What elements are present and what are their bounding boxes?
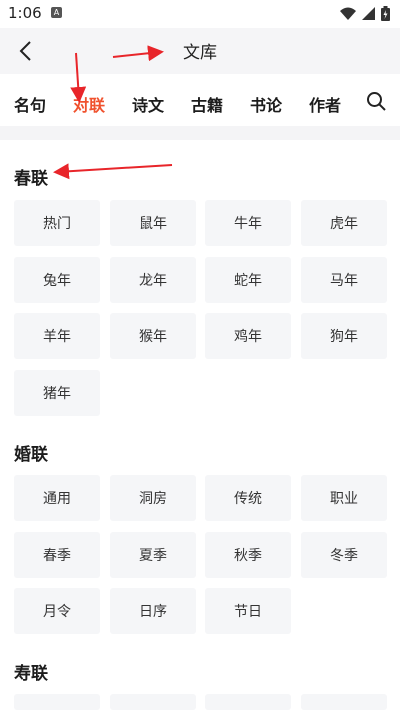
wifi-icon xyxy=(340,7,356,20)
chip-hunlian[interactable]: 日序 xyxy=(110,588,196,634)
chip-shoulian-partial[interactable] xyxy=(110,694,196,710)
app-header: 文库 xyxy=(0,28,400,74)
tab-guji[interactable]: 古籍 xyxy=(191,92,223,116)
chip-chunlian[interactable]: 马年 xyxy=(301,257,387,303)
chip-chunlian[interactable]: 热门 xyxy=(14,200,100,246)
chip-shoulian-partial[interactable] xyxy=(301,694,387,710)
chip-chunlian[interactable]: 兔年 xyxy=(14,257,100,303)
page-title: 文库 xyxy=(183,43,217,63)
section-title-hunlian: 婚联 xyxy=(14,445,48,465)
chip-hunlian[interactable]: 传统 xyxy=(205,475,291,521)
chip-chunlian[interactable]: 猪年 xyxy=(14,370,100,416)
chip-chunlian[interactable]: 虎年 xyxy=(301,200,387,246)
annotation-arrow xyxy=(53,163,173,180)
notification-badge-icon: A xyxy=(51,7,62,18)
search-icon xyxy=(367,92,386,111)
status-icons xyxy=(340,6,390,21)
chip-chunlian[interactable]: 狗年 xyxy=(301,313,387,359)
tab-duilian[interactable]: 对联 xyxy=(73,92,105,116)
tab-mingju[interactable]: 名句 xyxy=(14,92,46,116)
chip-hunlian[interactable]: 洞房 xyxy=(110,475,196,521)
tab-zuozhe[interactable]: 作者 xyxy=(309,92,341,116)
chip-chunlian[interactable]: 羊年 xyxy=(14,313,100,359)
tab-shulun[interactable]: 书论 xyxy=(250,92,282,116)
screen: 1:06 A 文库 名句 对联 诗文 古籍 书论 作者 春联 热门 鼠年 牛年 … xyxy=(0,0,400,710)
chip-hunlian[interactable]: 通用 xyxy=(14,475,100,521)
status-bar: 1:06 A xyxy=(0,0,400,28)
signal-icon xyxy=(362,7,375,20)
section-title-shoulian: 寿联 xyxy=(14,664,48,684)
chip-hunlian[interactable]: 职业 xyxy=(301,475,387,521)
chip-chunlian[interactable]: 龙年 xyxy=(110,257,196,303)
chip-chunlian[interactable]: 鸡年 xyxy=(205,313,291,359)
chip-hunlian[interactable]: 秋季 xyxy=(205,532,291,578)
chip-chunlian[interactable]: 鼠年 xyxy=(110,200,196,246)
tab-shiwen[interactable]: 诗文 xyxy=(132,92,164,116)
search-button[interactable] xyxy=(366,91,386,115)
battery-icon xyxy=(381,6,390,21)
chip-shoulian-partial[interactable] xyxy=(205,694,291,710)
chip-hunlian[interactable]: 月令 xyxy=(14,588,100,634)
chip-hunlian[interactable]: 冬季 xyxy=(301,532,387,578)
chip-chunlian[interactable]: 蛇年 xyxy=(205,257,291,303)
chip-hunlian[interactable]: 节日 xyxy=(205,588,291,634)
chip-shoulian-partial[interactable] xyxy=(14,694,100,710)
section-title-chunlian: 春联 xyxy=(14,169,48,189)
chip-hunlian[interactable]: 春季 xyxy=(14,532,100,578)
divider xyxy=(0,126,400,140)
category-tabs: 名句 对联 诗文 古籍 书论 作者 xyxy=(0,74,400,126)
chip-hunlian[interactable]: 夏季 xyxy=(110,532,196,578)
chip-chunlian[interactable]: 牛年 xyxy=(205,200,291,246)
chip-chunlian[interactable]: 猴年 xyxy=(110,313,196,359)
status-time: 1:06 xyxy=(8,4,42,22)
